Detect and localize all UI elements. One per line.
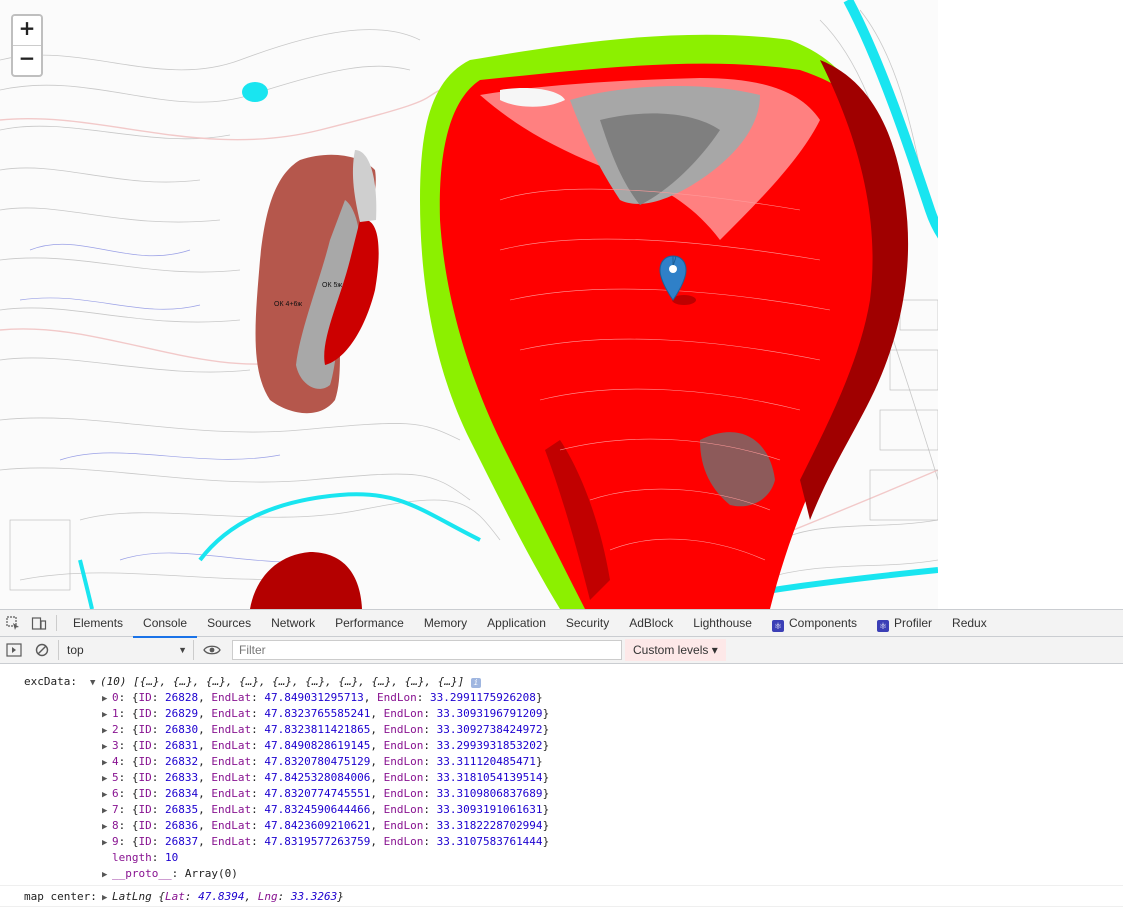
tab-components[interactable]: ⚛ Components <box>762 610 867 637</box>
collapsed-triangle-icon: ▶ <box>102 774 108 784</box>
pond <box>242 82 268 102</box>
collapsed-triangle-icon: ▶ <box>102 838 108 848</box>
info-icon: i <box>470 678 481 688</box>
map-label-ok5: ОК 5ж <box>322 282 342 289</box>
console-output: excData: ▼ (10) [{…}, {…}, {…}, {…}, {…},… <box>0 665 1123 910</box>
collapsed-triangle-icon: ▶ <box>102 870 108 880</box>
tab-performance[interactable]: Performance <box>325 610 414 637</box>
map-view[interactable]: ОК 4+6ж ОК 5ж + − <box>0 0 1123 609</box>
tab-redux[interactable]: Redux <box>942 610 997 637</box>
exc-row[interactable]: ▶ 2: {ID: 26830, EndLat: 47.8323811421865… <box>102 723 549 736</box>
collapsed-triangle-icon: ▶ <box>102 726 108 736</box>
log-levels-dropdown[interactable]: Custom levels ▾ <box>625 639 726 661</box>
inspect-element-icon[interactable] <box>0 610 26 637</box>
tab-console[interactable]: Console <box>133 610 198 638</box>
exc-row[interactable]: ▶ 5: {ID: 26833, EndLat: 47.8425328084006… <box>102 771 549 784</box>
context-select[interactable]: top ▼ <box>58 640 194 660</box>
react-icon: ⚛ <box>877 619 890 632</box>
tab-profiler-label: Profiler <box>894 615 933 630</box>
tab-lighthouse[interactable]: Lighthouse <box>683 610 762 637</box>
length-row: length: 10 <box>112 851 179 864</box>
exc-row[interactable]: ▶ 6: {ID: 26834, EndLat: 47.8320774745551… <box>102 787 549 800</box>
chevron-down-icon: ▼ <box>178 645 187 655</box>
exc-row[interactable]: ▶ 3: {ID: 26831, EndLat: 47.8490828619145… <box>102 739 549 752</box>
map-center-label: map center: <box>24 890 97 903</box>
tab-memory[interactable]: Memory <box>414 610 477 637</box>
proto-row[interactable]: ▶ __proto__: Array(0) <box>102 867 238 880</box>
map-label-ok46: ОК 4+6ж <box>274 301 302 308</box>
devtools-panel: Elements Console Sources Network Perform… <box>0 609 1123 910</box>
collapsed-triangle-icon: ▶ <box>102 806 108 816</box>
zoom-out-button[interactable]: − <box>13 45 41 74</box>
device-toolbar-icon[interactable] <box>26 610 52 637</box>
context-value: top <box>67 643 84 657</box>
console-toolbar: top ▼ Filter Custom levels ▾ <box>0 637 1123 664</box>
clear-console-icon[interactable] <box>28 637 56 663</box>
exc-row[interactable]: ▶ 9: {ID: 26837, EndLat: 47.8319577263759… <box>102 835 549 848</box>
tab-network[interactable]: Network <box>261 610 325 637</box>
tab-security[interactable]: Security <box>556 610 619 637</box>
expanded-triangle-icon: ▼ <box>90 678 96 688</box>
collapsed-triangle-icon: ▶ <box>102 710 108 720</box>
collapsed-triangle-icon: ▶ <box>102 893 108 903</box>
exc-row[interactable]: ▶ 4: {ID: 26832, EndLat: 47.8320780475129… <box>102 755 543 768</box>
collapsed-triangle-icon: ▶ <box>102 822 108 832</box>
tab-adblock[interactable]: AdBlock <box>619 610 683 637</box>
zoom-in-button[interactable]: + <box>13 16 41 45</box>
tab-profiler[interactable]: ⚛ Profiler <box>867 610 942 637</box>
collapsed-triangle-icon: ▶ <box>102 758 108 768</box>
map-canvas[interactable]: ОК 4+6ж ОК 5ж <box>0 0 938 609</box>
exc-row[interactable]: ▶ 7: {ID: 26835, EndLat: 47.8324590644466… <box>102 803 549 816</box>
tab-sources[interactable]: Sources <box>197 610 261 637</box>
collapsed-triangle-icon: ▶ <box>102 742 108 752</box>
tab-application[interactable]: Application <box>477 610 556 637</box>
exc-row[interactable]: ▶ 8: {ID: 26836, EndLat: 47.8423609210621… <box>102 819 549 832</box>
react-icon: ⚛ <box>771 619 784 632</box>
eye-icon[interactable] <box>198 637 226 663</box>
exc-label: excData: <box>24 675 77 688</box>
exc-row[interactable]: ▶ 0: {ID: 26828, EndLat: 47.849031295713,… <box>102 691 543 704</box>
exc-row[interactable]: ▶ 1: {ID: 26829, EndLat: 47.8323765585241… <box>102 707 549 720</box>
zoom-control: + − <box>11 14 43 77</box>
devtools-tabbar: Elements Console Sources Network Perform… <box>0 610 1123 638</box>
collapsed-triangle-icon: ▶ <box>102 694 108 704</box>
map-center-value[interactable]: ▶ LatLng {Lat: 47.8394, Lng: 33.3263} <box>102 890 344 903</box>
show-sidebar-icon[interactable] <box>0 637 28 663</box>
tab-components-label: Components <box>788 615 858 630</box>
exc-summary[interactable]: ▼ (10) [{…}, {…}, {…}, {…}, {…}, {…}, {…}… <box>90 675 481 688</box>
collapsed-triangle-icon: ▶ <box>102 790 108 800</box>
filter-input[interactable]: Filter <box>232 640 622 660</box>
tab-elements[interactable]: Elements <box>63 610 133 637</box>
